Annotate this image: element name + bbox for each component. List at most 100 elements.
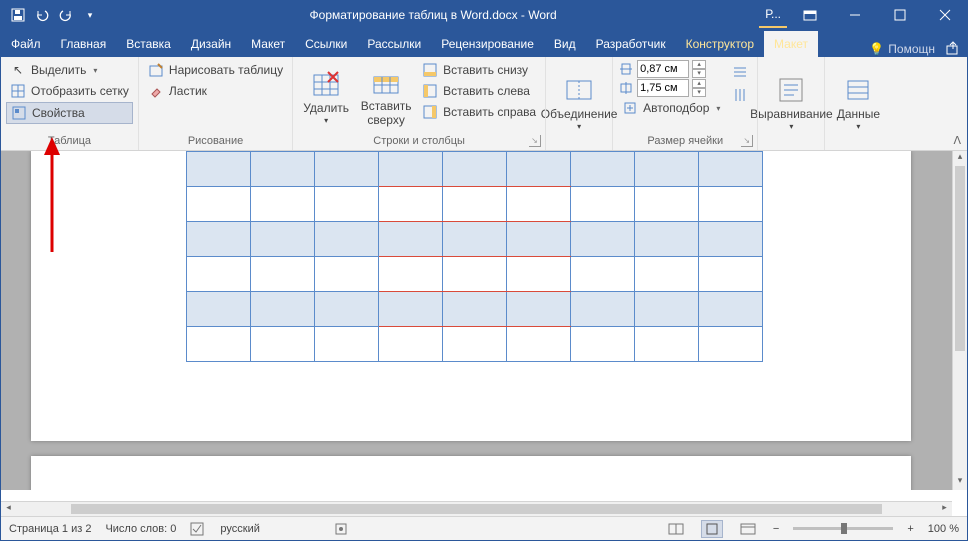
insert-above-icon bbox=[370, 66, 402, 98]
distribute-rows-icon bbox=[732, 64, 748, 80]
recording-icon[interactable] bbox=[334, 522, 350, 536]
cursor-icon: ↖ bbox=[10, 62, 26, 78]
save-button[interactable] bbox=[7, 4, 29, 26]
ribbon-tabs: Файл Главная Вставка Дизайн Макет Ссылки… bbox=[1, 29, 967, 57]
hscroll-thumb[interactable] bbox=[71, 504, 881, 514]
draw-table-icon bbox=[148, 62, 164, 78]
ribbon-display-options[interactable] bbox=[787, 1, 832, 29]
autofit-button[interactable]: Автоподбор bbox=[618, 98, 724, 118]
insert-below-button[interactable]: Вставить снизу bbox=[418, 60, 540, 80]
tab-insert[interactable]: Вставка bbox=[116, 31, 181, 57]
row-height-input[interactable] bbox=[637, 60, 689, 78]
scroll-left-button[interactable]: ◂ bbox=[1, 502, 16, 516]
group-label-data bbox=[830, 145, 886, 150]
spelling-icon[interactable] bbox=[190, 522, 206, 536]
tab-view[interactable]: Вид bbox=[544, 31, 586, 57]
width-spin-down[interactable]: ▾ bbox=[692, 88, 706, 97]
zoom-out-button[interactable]: − bbox=[773, 523, 779, 535]
pinned-indicator[interactable]: Р... bbox=[759, 2, 787, 28]
print-layout-button[interactable] bbox=[701, 520, 723, 538]
page-2 bbox=[31, 456, 911, 490]
distribute-cols-button[interactable] bbox=[728, 85, 752, 105]
col-width-input[interactable] bbox=[637, 79, 689, 97]
zoom-in-button[interactable]: + bbox=[907, 523, 913, 535]
redo-button[interactable] bbox=[55, 4, 77, 26]
height-spin-down[interactable]: ▾ bbox=[692, 69, 706, 78]
tab-home[interactable]: Главная bbox=[51, 31, 117, 57]
language-indicator[interactable]: русский bbox=[220, 523, 259, 535]
tell-me-input[interactable]: 💡Помощн bbox=[869, 42, 935, 56]
rowscols-launcher[interactable] bbox=[529, 135, 541, 147]
zoom-level[interactable]: 100 % bbox=[928, 523, 959, 535]
height-spin-up[interactable]: ▴ bbox=[692, 60, 706, 69]
group-label-drawing: Рисование bbox=[144, 133, 287, 150]
tab-developer[interactable]: Разработчик bbox=[586, 31, 676, 57]
distribute-rows-button[interactable] bbox=[728, 62, 752, 82]
window-title: Форматирование таблиц в Word.docx - Word bbox=[107, 8, 759, 22]
tab-review[interactable]: Рецензирование bbox=[431, 31, 544, 57]
show-gridlines-button[interactable]: Отобразить сетку bbox=[6, 81, 133, 101]
select-button[interactable]: ↖Выделить bbox=[6, 60, 133, 80]
width-spin-up[interactable]: ▴ bbox=[692, 79, 706, 88]
group-label-cellsize: Размер ячейки bbox=[618, 133, 752, 150]
properties-icon bbox=[11, 105, 27, 121]
tab-mailings[interactable]: Рассылки bbox=[357, 31, 431, 57]
tab-file[interactable]: Файл bbox=[1, 31, 51, 57]
scroll-down-button[interactable]: ▾ bbox=[953, 475, 967, 490]
title-bar: ▾ Форматирование таблиц в Word.docx - Wo… bbox=[1, 1, 967, 29]
tab-table-design[interactable]: Конструктор bbox=[676, 31, 764, 57]
cellsize-launcher[interactable] bbox=[741, 135, 753, 147]
group-label-rowscols: Строки и столбцы bbox=[298, 133, 540, 150]
insert-left-button[interactable]: Вставить слева bbox=[418, 81, 540, 101]
web-layout-button[interactable] bbox=[737, 520, 759, 538]
eraser-button[interactable]: Ластик bbox=[144, 81, 287, 101]
tab-references[interactable]: Ссылки bbox=[295, 31, 357, 57]
tab-layout[interactable]: Макет bbox=[241, 31, 295, 57]
alignment-icon bbox=[775, 74, 807, 106]
insert-left-icon bbox=[422, 83, 438, 99]
page-indicator[interactable]: Страница 1 из 2 bbox=[9, 523, 91, 535]
merge-button[interactable]: Объединение▾ bbox=[551, 60, 607, 145]
minimize-button[interactable] bbox=[832, 1, 877, 29]
page-1 bbox=[31, 151, 911, 441]
close-button[interactable] bbox=[922, 1, 967, 29]
insert-above-button[interactable]: Вставить сверху bbox=[358, 60, 414, 133]
data-icon bbox=[842, 74, 874, 106]
insert-below-icon bbox=[422, 62, 438, 78]
autofit-icon bbox=[622, 100, 638, 116]
maximize-button[interactable] bbox=[877, 1, 922, 29]
width-icon bbox=[618, 80, 634, 96]
document-table[interactable] bbox=[186, 151, 763, 362]
qa-customize-button[interactable]: ▾ bbox=[79, 4, 101, 26]
status-bar: Страница 1 из 2 Число слов: 0 русский − … bbox=[1, 516, 967, 540]
merge-icon bbox=[563, 74, 595, 106]
zoom-handle[interactable] bbox=[841, 523, 847, 534]
data-button[interactable]: Данные▾ bbox=[830, 60, 886, 145]
delete-button[interactable]: Удалить▾ bbox=[298, 60, 354, 133]
distribute-cols-icon bbox=[732, 87, 748, 103]
group-label-alignment bbox=[763, 145, 819, 150]
scroll-right-button[interactable]: ▸ bbox=[937, 502, 952, 516]
vscroll-thumb[interactable] bbox=[955, 166, 965, 351]
horizontal-scrollbar[interactable]: ◂ ▸ bbox=[1, 501, 952, 516]
zoom-slider[interactable] bbox=[793, 527, 893, 530]
vertical-scrollbar[interactable]: ▴ ▾ bbox=[952, 151, 967, 490]
tab-table-layout[interactable]: Макет bbox=[764, 31, 818, 57]
insert-right-icon bbox=[422, 104, 438, 120]
properties-button[interactable]: Свойства bbox=[6, 102, 133, 124]
draw-table-button[interactable]: Нарисовать таблицу bbox=[144, 60, 287, 80]
grid-icon bbox=[10, 83, 26, 99]
undo-button[interactable] bbox=[31, 4, 53, 26]
height-icon bbox=[618, 61, 634, 77]
word-count[interactable]: Число слов: 0 bbox=[105, 523, 176, 535]
row-height-control: ▴▾ bbox=[618, 60, 724, 78]
col-width-control: ▴▾ bbox=[618, 79, 724, 97]
alignment-button[interactable]: Выравнивание▾ bbox=[763, 60, 819, 145]
tab-design[interactable]: Дизайн bbox=[181, 31, 241, 57]
scroll-up-button[interactable]: ▴ bbox=[953, 151, 967, 166]
insert-right-button[interactable]: Вставить справа bbox=[418, 102, 540, 122]
collapse-ribbon-button[interactable]: ᐱ bbox=[953, 134, 961, 147]
document-area[interactable] bbox=[1, 151, 952, 490]
share-button[interactable] bbox=[945, 41, 961, 57]
read-mode-button[interactable] bbox=[665, 520, 687, 538]
